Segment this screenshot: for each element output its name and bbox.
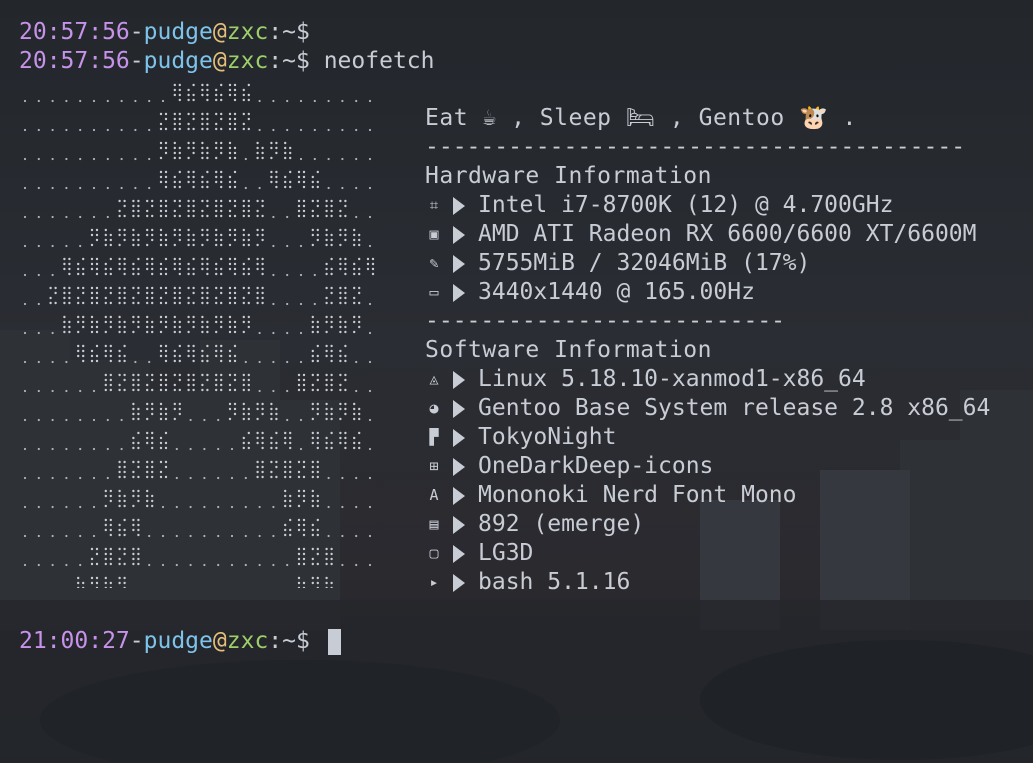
info-value: bash 5.1.16	[478, 569, 631, 595]
info-title: Eat ☕ , Sleep 🛏 , Gentoo 🐮 .	[425, 105, 857, 131]
arrow-icon	[453, 428, 465, 447]
info-value: Linux 5.18.10-xanmod1-x86_64	[478, 366, 866, 392]
prompt-path: :~$	[268, 628, 310, 654]
info-row: ▢ LG3D	[425, 539, 990, 568]
arrow-icon	[453, 573, 465, 592]
arrow-icon	[453, 515, 465, 534]
prompt-path: :~$	[268, 48, 310, 74]
wm-icon: ▢	[429, 544, 439, 562]
info-value: Intel i7-8700K (12) @ 4.700GHz	[478, 192, 894, 218]
info-row: ⌗ Intel i7-8700K (12) @ 4.700GHz	[425, 191, 990, 220]
info-row: ◕ Gentoo Base System release 2.8 x86_64	[425, 394, 990, 423]
prompt-user: pudge	[143, 19, 213, 45]
prompt-time: 21:00:27	[19, 628, 130, 654]
info-value: LG3D	[478, 540, 534, 566]
info-row: ▛ TokyoNight	[425, 423, 990, 452]
prompt-host: zxc	[226, 628, 269, 654]
info-row: ▸ bash 5.1.16	[425, 568, 990, 597]
info-row: ▤ 892 (emerge)	[425, 510, 990, 539]
info-value: Mononoki Nerd Font Mono	[478, 482, 797, 508]
prompt-at: @	[212, 48, 227, 74]
info-value: OneDarkDeep-icons	[478, 453, 714, 479]
prompt-host: zxc	[226, 48, 269, 74]
terminal-icon: ▸	[429, 573, 439, 591]
prompt-path: :~$	[268, 19, 310, 45]
arrow-icon	[453, 544, 465, 563]
info-value: TokyoNight	[478, 424, 617, 450]
info-row: ▭ 3440x1440 @ 165.00Hz	[425, 278, 990, 307]
prompt-time: 20:57:56	[19, 48, 130, 74]
info-value: 3440x1440 @ 165.00Hz	[478, 279, 755, 305]
info-value: Gentoo Base System release 2.8 x86_64	[478, 395, 991, 421]
memory-icon: ✎	[429, 254, 439, 272]
separator-middle: --------------------------	[425, 308, 786, 334]
font-icon: A	[429, 486, 439, 504]
arrow-icon	[453, 399, 465, 418]
info-row: A Mononoki Nerd Font Mono	[425, 481, 990, 510]
gpu-icon: ▣	[429, 225, 439, 243]
ascii-art-logo	[23, 83, 375, 588]
arrow-icon	[453, 254, 465, 273]
arrow-icon	[453, 225, 465, 244]
info-value: 892 (emerge)	[478, 511, 645, 537]
arrow-icon	[453, 196, 465, 215]
info-row: ◬ Linux 5.18.10-xanmod1-x86_64	[425, 365, 990, 394]
arrow-icon	[453, 486, 465, 505]
prompt-line-1: 20:57:56-pudge@zxc:~$	[19, 19, 310, 45]
info-value: 5755MiB / 32046MiB (17%)	[478, 250, 811, 276]
info-row: ✎ 5755MiB / 32046MiB (17%)	[425, 249, 990, 278]
gentoo-icon: ◕	[429, 399, 439, 417]
info-row: ▣ AMD ATI Radeon RX 6600/6600 XT/6600M	[425, 220, 990, 249]
prompt-host: zxc	[226, 19, 269, 45]
info-row: ⊞ OneDarkDeep-icons	[425, 452, 990, 481]
terminal-cursor[interactable]	[327, 628, 341, 655]
prompt-line-3: 21:00:27-pudge@zxc:~$	[19, 627, 341, 656]
arrow-icon	[453, 283, 465, 302]
icons-icon: ⊞	[429, 457, 439, 475]
prompt-at: @	[212, 628, 227, 654]
prompt-at: @	[212, 19, 227, 45]
theme-icon: ▛	[429, 428, 439, 446]
prompt-user: pudge	[143, 48, 213, 74]
cpu-icon: ⌗	[429, 196, 439, 214]
command-text: neofetch	[323, 48, 435, 74]
linux-icon: ◬	[429, 370, 439, 388]
hardware-title: Hardware Information	[425, 163, 712, 189]
software-title: Software Information	[425, 337, 712, 363]
monitor-icon: ▭	[429, 283, 439, 301]
packages-icon: ▤	[429, 515, 439, 533]
info-value: AMD ATI Radeon RX 6600/6600 XT/6600M	[478, 221, 977, 247]
arrow-icon	[453, 457, 465, 476]
separator-top: ---------------------------------------	[425, 134, 966, 160]
system-info: Eat ☕ , Sleep 🛏 , Gentoo 🐮 . -----------…	[425, 104, 990, 597]
prompt-line-2: 20:57:56-pudge@zxc:~$ neofetch	[19, 48, 435, 74]
prompt-user: pudge	[143, 628, 213, 654]
arrow-icon	[453, 370, 465, 389]
prompt-time: 20:57:56	[19, 19, 130, 45]
